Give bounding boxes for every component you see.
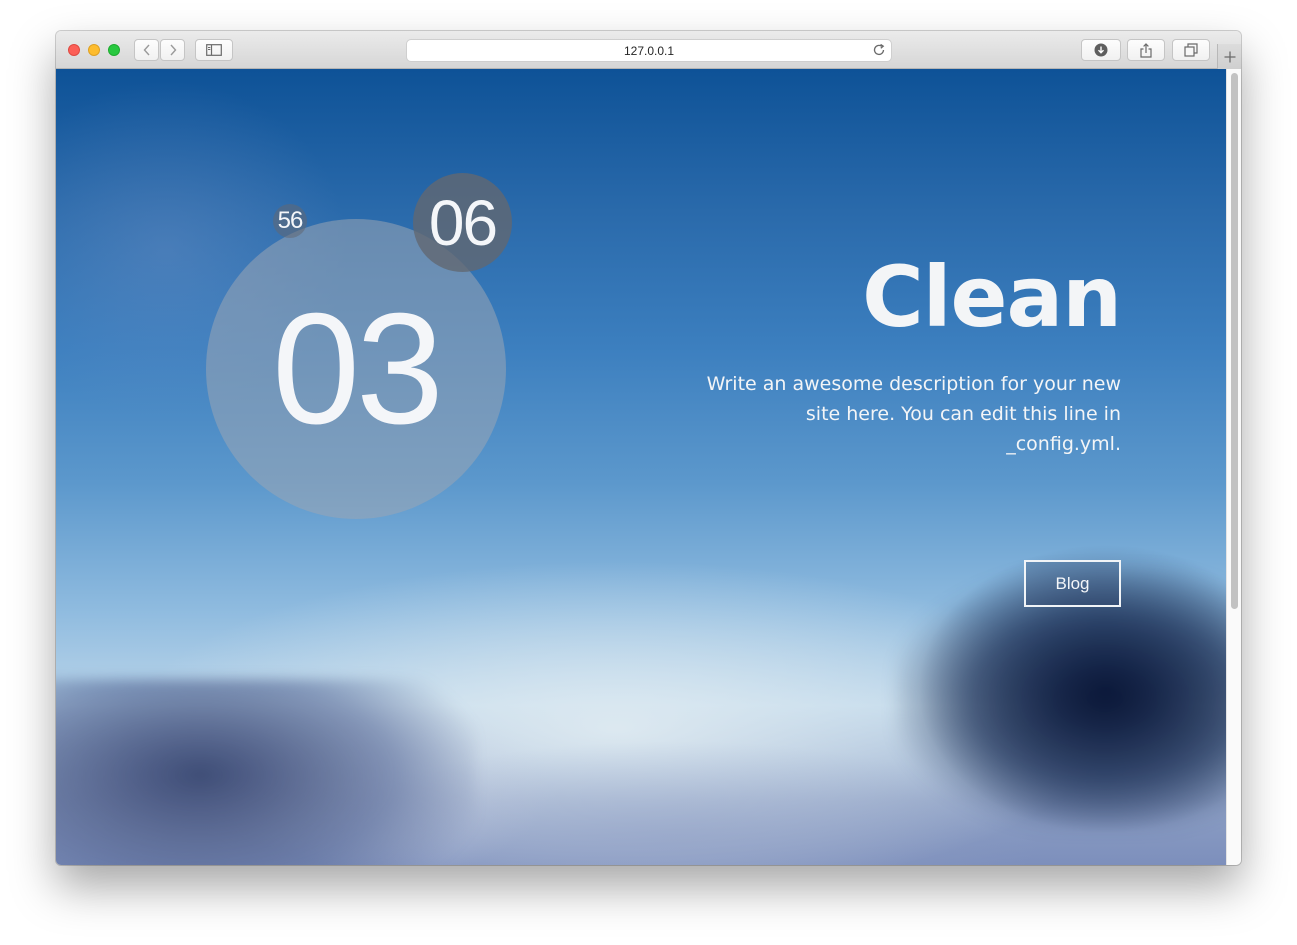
clock-minutes-value: 06 (428, 186, 498, 259)
clock-seconds: 56 (273, 204, 307, 238)
forward-button[interactable] (160, 39, 185, 61)
blog-button[interactable]: Blog (1024, 560, 1121, 607)
sidebar-button[interactable] (195, 39, 233, 61)
tabs-icon (1184, 43, 1198, 57)
reload-icon[interactable] (872, 43, 886, 57)
minimize-window-button[interactable] (88, 44, 100, 56)
clock-seconds-value: 56 (277, 207, 304, 234)
plus-icon (1224, 51, 1235, 62)
back-button[interactable] (134, 39, 159, 61)
hero-section: Clean Write an awesome description for y… (701, 248, 1122, 459)
clock-minutes: 06 (413, 173, 512, 272)
chevron-right-icon (169, 44, 176, 56)
browser-window: 127.0.0.1 03 06 56 Clean Write an awesom… (56, 31, 1241, 865)
share-icon (1140, 42, 1152, 58)
clock-hours-value: 03 (272, 280, 444, 457)
url-text: 127.0.0.1 (623, 44, 675, 58)
download-icon (1094, 43, 1108, 57)
tabs-overview-button[interactable] (1172, 39, 1210, 61)
maximize-window-button[interactable] (108, 44, 120, 56)
share-button[interactable] (1127, 39, 1165, 61)
close-window-button[interactable] (68, 44, 80, 56)
site-title: Clean (862, 248, 1122, 346)
downloads-button[interactable] (1081, 39, 1121, 61)
site-description: Write an awesome description for your ne… (706, 373, 1121, 455)
background-mountain-left (56, 679, 476, 865)
scrollbar-thumb[interactable] (1231, 73, 1238, 609)
page-viewport: 03 06 56 Clean Write an awesome descript… (56, 69, 1226, 865)
new-tab-button[interactable] (1217, 44, 1241, 69)
address-bar[interactable]: 127.0.0.1 (406, 39, 892, 62)
chevron-left-icon (143, 44, 150, 56)
browser-toolbar: 127.0.0.1 (56, 31, 1241, 69)
vertical-scrollbar[interactable] (1226, 69, 1241, 865)
sidebar-icon (206, 44, 222, 56)
background-mountain-right (896, 569, 1226, 829)
